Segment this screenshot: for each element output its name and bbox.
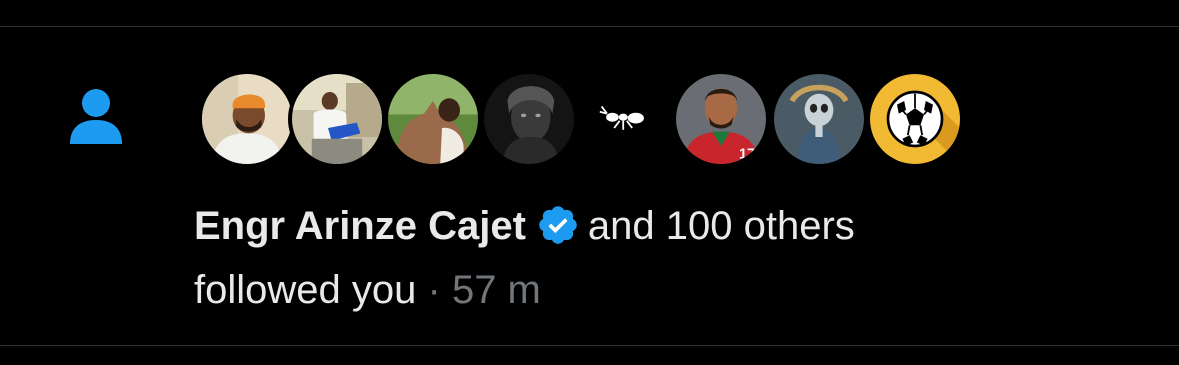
avatar-man-orange-cap-icon [202,74,292,164]
notification-item[interactable]: 17 Engr Arinze Cajet and 100 others foll… [0,0,1179,365]
avatar-row: 17 [198,70,978,168]
verified-badge-icon [536,203,580,247]
separator: · [427,268,441,312]
avatar-woman-outdoors-icon [388,74,478,164]
timestamp: 57 m [451,268,541,312]
divider [0,26,1179,27]
avatar[interactable] [576,70,674,168]
others-count-text[interactable]: and 100 others [588,204,855,248]
avatar-man-seated-white-icon [292,74,382,164]
avatar[interactable] [198,70,296,168]
soccer-ball-icon [870,74,960,164]
ant-icon [580,74,670,164]
avatar-footballer-red-jersey-icon: 17 [676,74,766,164]
person-icon [66,86,126,148]
notification-subline: followed you · 57 m [194,262,541,318]
avatar[interactable] [480,70,578,168]
avatar-dark-portrait-icon [484,74,574,164]
avatar[interactable] [288,70,386,168]
avatar-skeleton-figure-icon [774,74,864,164]
actor-name[interactable]: Engr Arinze Cajet [194,204,526,248]
avatar[interactable] [770,70,868,168]
avatar[interactable] [866,70,964,168]
action-text: followed you [194,268,417,312]
avatar[interactable] [384,70,482,168]
divider [0,345,1179,346]
avatar[interactable]: 17 [672,70,770,168]
svg-text:17: 17 [739,147,755,163]
notification-headline: Engr Arinze Cajet and 100 others [194,198,855,254]
